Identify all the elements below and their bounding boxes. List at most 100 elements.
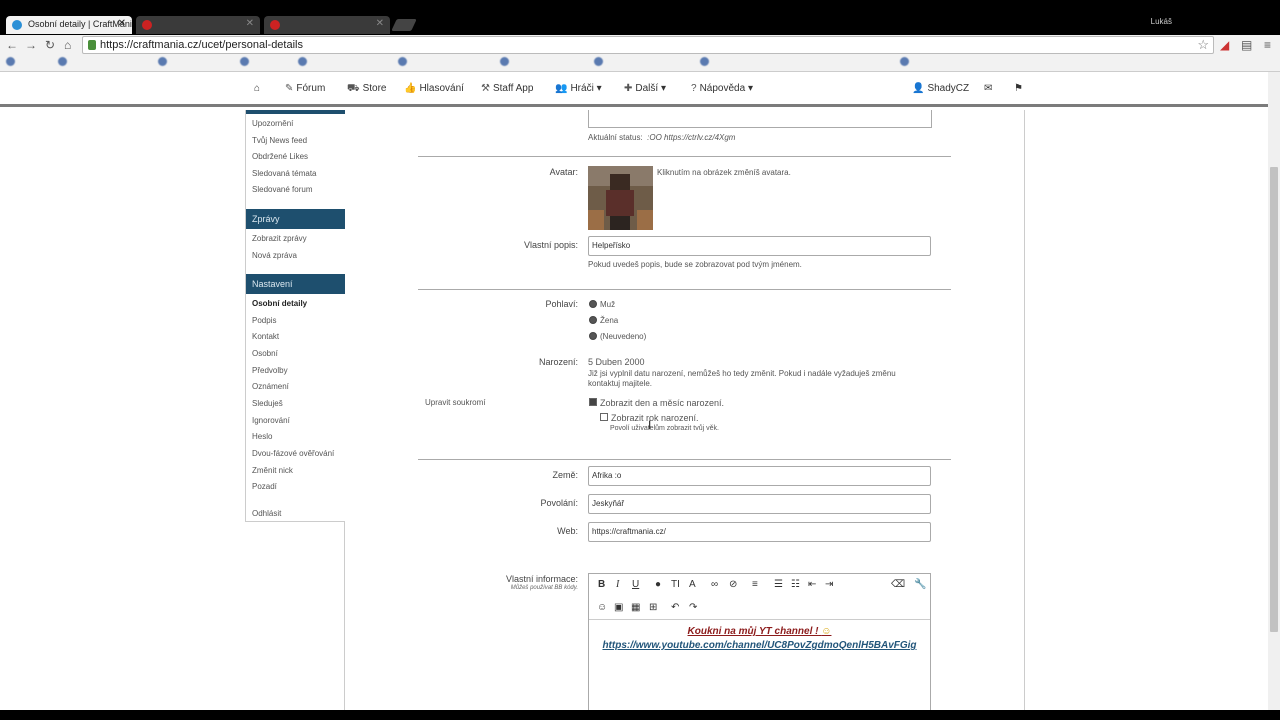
web-input[interactable]: https://craftmania.cz/ — [588, 522, 931, 542]
bookmark-item[interactable] — [700, 57, 711, 67]
bullet-list-icon[interactable]: ☰ — [774, 579, 783, 590]
bookmark-item[interactable] — [298, 57, 309, 67]
bookmark-item[interactable] — [158, 57, 169, 67]
bold-icon[interactable]: B — [598, 579, 605, 590]
numbered-list-icon[interactable]: ☷ — [791, 579, 800, 590]
sidebar-item[interactable]: Pozadí — [252, 482, 277, 491]
home-icon[interactable]: ⌂ — [64, 38, 71, 52]
new-tab-button[interactable] — [391, 19, 417, 31]
nav-vote[interactable]: 👍 Hlasování — [404, 83, 464, 94]
forward-arrow-icon[interactable]: → — [25, 38, 37, 52]
page-scrollbar[interactable] — [1268, 72, 1280, 712]
browser-tab[interactable]: ✕ — [264, 16, 390, 34]
country-input[interactable]: Afrika :o — [588, 466, 931, 486]
about-line-2[interactable]: https://www.youtube.com/channel/UC8PovZg… — [589, 640, 930, 651]
bookmark-item[interactable] — [240, 57, 251, 67]
nav-store[interactable]: ⛟ Store — [347, 83, 387, 96]
sidebar-item[interactable]: Heslo — [252, 432, 272, 441]
sidebar-item[interactable]: Tvůj News feed — [252, 136, 307, 145]
about-editor[interactable]: B I U ● TI A ∞ ⊘ ≡ ☰ ☷ ⇤ ⇥ ⌫ 🔧 ☺ ▣ ▦ ⊞ ↶… — [588, 573, 931, 713]
smiley-icon[interactable]: ☺ — [597, 602, 607, 613]
browser-tab[interactable]: ✕ — [136, 16, 260, 34]
flag-icon[interactable]: ⚑ — [1014, 83, 1023, 94]
nav-user[interactable]: 👤 ShadyCZ — [912, 83, 969, 94]
browser-profile-name[interactable]: Lukáš — [1151, 17, 1172, 26]
nav-forum[interactable]: ✎ Fórum — [285, 83, 325, 94]
browser-tab-active[interactable]: Osobní detaily | CraftMani ✕ — [6, 16, 132, 34]
nav-help[interactable]: ? Nápověda ▾ — [691, 83, 753, 94]
unlink-icon[interactable]: ⊘ — [729, 579, 737, 590]
italic-icon[interactable]: I — [616, 579, 619, 590]
occupation-input[interactable]: Jeskyňář — [588, 494, 931, 514]
address-bar[interactable]: https://craftmania.cz/ucet/personal-deta… — [82, 36, 1214, 54]
close-icon[interactable]: ✕ — [376, 18, 384, 29]
bookmark-item[interactable] — [6, 57, 17, 67]
reload-icon[interactable]: ↻ — [45, 38, 55, 52]
color-drop-icon[interactable]: ● — [655, 579, 661, 590]
gender-radio-unspecified[interactable] — [589, 332, 597, 340]
sidebar-item[interactable]: Oznámení — [252, 382, 289, 391]
bookmark-item[interactable] — [398, 57, 409, 67]
sidebar-item[interactable]: Podpis — [252, 316, 276, 325]
align-icon[interactable]: ≡ — [752, 579, 758, 590]
sidebar-item[interactable]: Upozornění — [252, 119, 293, 128]
gender-option-label: (Neuvedeno) — [600, 332, 647, 341]
redo-icon[interactable]: ↷ — [689, 602, 697, 613]
sidebar-item-logout[interactable]: Odhlásit — [252, 509, 281, 518]
sidebar-item[interactable]: Ignorování — [252, 416, 290, 425]
sidebar-item[interactable]: Sleduješ — [252, 399, 283, 408]
bookmark-item[interactable] — [58, 57, 69, 67]
back-arrow-icon[interactable]: ← — [6, 38, 18, 52]
sidebar-item[interactable]: Předvolby — [252, 366, 288, 375]
wrench-icon[interactable]: 🔧 — [914, 579, 926, 590]
sidebar-item[interactable]: Sledovaná témata — [252, 169, 317, 178]
table-icon[interactable]: ⊞ — [649, 602, 657, 613]
status-textarea[interactable] — [588, 110, 932, 128]
gender-radio-male[interactable] — [589, 300, 597, 308]
scrollbar-thumb[interactable] — [1270, 167, 1278, 632]
gender-radio-female[interactable] — [589, 316, 597, 324]
indent-icon[interactable]: ⇥ — [825, 579, 833, 590]
custom-title-input[interactable]: Helpeřísko — [588, 236, 931, 256]
bookmark-icon — [6, 57, 15, 66]
underline-icon[interactable]: U — [632, 579, 639, 590]
sidebar-item[interactable]: Změnit nick — [252, 466, 293, 475]
eraser-icon[interactable]: ⌫ — [891, 579, 905, 590]
show-year-checkbox[interactable] — [600, 413, 608, 421]
sidebar-item[interactable]: Zobrazit zprávy — [252, 234, 307, 243]
undo-icon[interactable]: ↶ — [671, 602, 679, 613]
close-icon[interactable]: ✕ — [246, 18, 254, 29]
sidebar-item[interactable]: Kontakt — [252, 332, 279, 341]
extension-icon[interactable]: ▤ — [1241, 38, 1252, 52]
link-icon[interactable]: ∞ — [711, 579, 718, 590]
star-icon[interactable]: ☆ — [1197, 37, 1209, 53]
home-icon[interactable]: ⌂ — [254, 83, 260, 94]
bookmark-item[interactable] — [594, 57, 605, 67]
nav-staff-app[interactable]: ⚒ Staff App — [481, 83, 533, 94]
bookmark-item[interactable] — [900, 57, 911, 67]
show-year-label: Zobrazit rok narození. — [611, 413, 699, 423]
sidebar-item[interactable]: Osobní — [252, 349, 278, 358]
nav-more[interactable]: ✚ Další ▾ — [624, 83, 666, 94]
media-icon[interactable]: ▦ — [631, 602, 640, 613]
menu-icon[interactable]: ≡ — [1264, 38, 1271, 52]
font-size-icon[interactable]: TI — [671, 579, 680, 590]
sidebar-item-personal-details[interactable]: Osobní detaily — [252, 299, 307, 308]
sidebar-item[interactable]: Sledované forum — [252, 185, 312, 194]
sidebar-item[interactable]: Obdržené Likes — [252, 152, 308, 161]
image-icon[interactable]: ▣ — [614, 602, 623, 613]
font-family-icon[interactable]: A — [689, 579, 696, 590]
close-icon[interactable]: ✕ — [118, 18, 126, 29]
extension-icon[interactable]: ◢ — [1220, 38, 1229, 52]
sidebar-item[interactable]: Dvou-fázové ověřování — [252, 449, 334, 458]
content-border — [1024, 110, 1025, 710]
lock-icon — [88, 40, 96, 50]
mouse-cursor-icon: I — [648, 418, 652, 432]
sidebar-item[interactable]: Nová zpráva — [252, 251, 297, 260]
avatar-image[interactable] — [588, 166, 653, 230]
envelope-icon[interactable]: ✉ — [984, 83, 992, 94]
show-daymonth-checkbox[interactable] — [589, 398, 597, 406]
nav-players[interactable]: 👥 Hráči ▾ — [555, 83, 602, 94]
bookmark-item[interactable] — [500, 57, 511, 67]
outdent-icon[interactable]: ⇤ — [808, 579, 816, 590]
